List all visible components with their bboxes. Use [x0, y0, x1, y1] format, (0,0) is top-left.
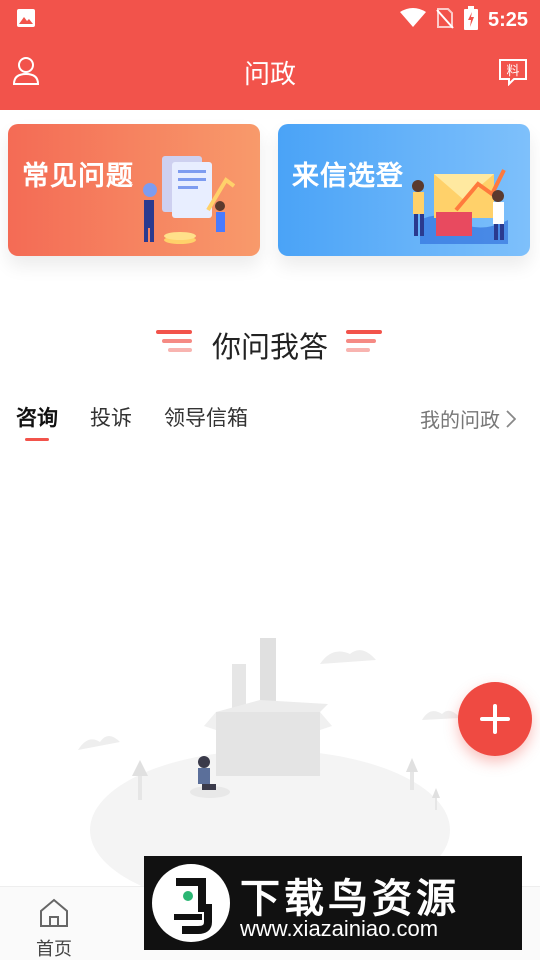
home-icon [40, 898, 68, 927]
add-question-button[interactable] [458, 682, 532, 756]
section-title-text: 你问我答 [211, 330, 328, 364]
report-icon-glyph: 料 [506, 64, 519, 79]
image-notification-icon [16, 8, 36, 32]
letters-illustration [412, 169, 508, 244]
tab-complaint[interactable]: 投诉 [90, 402, 132, 432]
section-title: 你问我答 [0, 322, 540, 364]
watermark-logo [152, 864, 230, 942]
letters-card[interactable]: 来信选登 [278, 124, 530, 256]
tab-consult[interactable]: 咨询 [16, 402, 58, 432]
faq-card-label: 常见问题 [22, 161, 134, 192]
faq-card[interactable]: 常见问题 [8, 124, 260, 256]
empty-state-illustration [78, 638, 460, 886]
my-questions-link[interactable]: 我的问政 [420, 404, 516, 433]
chevron-right-icon [506, 409, 516, 428]
tab-leader-mailbox[interactable]: 领导信箱 [164, 402, 248, 432]
question-tabs: 咨询 投诉 领导信箱 我的问政 [0, 400, 540, 444]
report-icon[interactable]: 料 [498, 58, 528, 87]
watermark-url: www.xiazainiao.com [240, 916, 439, 941]
status-time: 5:25 [487, 8, 528, 31]
active-tab-indicator [25, 438, 49, 441]
plus-icon [480, 704, 510, 734]
my-questions-label: 我的问政 [420, 408, 500, 432]
watermark-banner: 下载鸟资源 www.xiazainiao.com [144, 856, 522, 950]
no-sim-icon [436, 7, 454, 33]
title-decoration-right [346, 330, 382, 352]
letters-card-label: 来信选登 [292, 161, 404, 192]
header: 问政 料 [0, 36, 540, 110]
screen: 5:25 问政 料 常见问题 来信选登 你问我答 咨询 投诉 领导信箱 我的问政… [0, 0, 540, 960]
status-bar: 5:25 [0, 0, 540, 36]
nav-label-home: 首页 [36, 939, 72, 960]
faq-illustration [143, 156, 236, 244]
battery-charging-icon [463, 6, 478, 34]
nav-item-home[interactable]: 首页 [0, 887, 108, 960]
page-title: 问政 [243, 60, 296, 90]
top-bar: 5:25 问政 料 [0, 0, 540, 110]
wifi-icon [399, 8, 426, 32]
